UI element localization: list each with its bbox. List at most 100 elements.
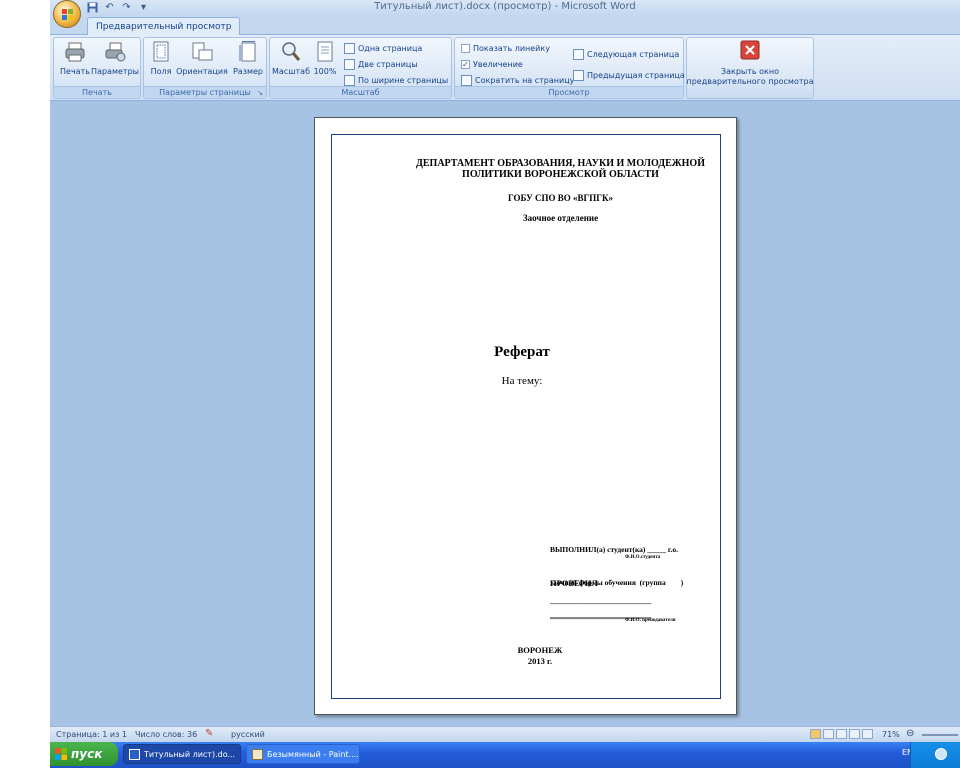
one-page-button[interactable]: Одна страница <box>344 41 422 55</box>
two-pages-button[interactable]: Две страницы <box>344 57 418 71</box>
full-screen-view-icon[interactable] <box>823 729 834 739</box>
word-app-icon <box>129 748 140 760</box>
magnifier-checkbox[interactable]: ✓ Увеличение <box>461 57 523 71</box>
topic-label: На тему: <box>501 375 543 387</box>
tray-app-icon[interactable] <box>935 748 947 760</box>
prev-page-icon <box>573 69 584 81</box>
institution-name: ГОБУ СПО ВО «ВГПГК» <box>508 193 613 203</box>
print-options-label: Параметры <box>91 67 139 76</box>
page-count[interactable]: Страница: 1 из 1 <box>56 730 127 739</box>
zoom-label: Масштаб <box>271 67 311 76</box>
windows-flag-icon <box>55 748 67 760</box>
redo-icon[interactable]: ↷ <box>120 2 133 14</box>
checked-label: ПРОВЕРИЛ <box>550 578 598 588</box>
student-caption: Ф.И.О.студента <box>625 555 661 560</box>
header-line-2: ПОЛИТИКИ ВОРОНЕЖСКОЙ ОБЛАСТИ <box>462 169 659 180</box>
year: 2013 г. <box>527 656 553 666</box>
tab-print-preview[interactable]: Предварительный просмотр <box>87 17 241 36</box>
quick-access-toolbar: ↶ ↷ ▾ <box>86 0 150 15</box>
ribbon-tab-strip: Предварительный просмотр <box>50 16 960 36</box>
close-red-x-icon <box>740 40 760 60</box>
word-window: Титульный лист).docx (просмотр) - Micros… <box>50 0 960 768</box>
show-ruler-label: Показать линейку <box>473 43 550 53</box>
next-page-button[interactable]: Следующая страница <box>573 47 679 61</box>
zoom-100-label: 100% <box>313 67 337 76</box>
undo-icon[interactable]: ↶ <box>103 2 116 14</box>
page-width-icon <box>344 74 355 86</box>
one-page-label: Одна страница <box>358 43 423 53</box>
document-page[interactable]: ДЕПАРТАМЕНТ ОБРАЗОВАНИЯ, НАУКИ И МОЛОДЕЖ… <box>314 117 737 715</box>
proofing-icon[interactable]: ✎ <box>205 728 213 739</box>
zoom-out-icon[interactable]: ⊖ <box>906 728 914 739</box>
performed-line-1: ВЫПОЛНИЛ(а) студент(ка) _____ г.о. <box>550 545 678 554</box>
start-button[interactable]: пуск <box>50 742 118 766</box>
document-title: Реферат <box>494 344 550 360</box>
page-setup-launcher-icon[interactable]: ↘ <box>257 89 263 97</box>
zoom-100-button[interactable]: 100% <box>312 40 338 84</box>
language[interactable]: русский <box>231 730 265 739</box>
zoom-slider[interactable] <box>922 734 958 736</box>
taskbar: пуск Титульный лист).do... Безымянный - … <box>50 742 960 768</box>
size-label: Размер <box>232 67 263 76</box>
group-print-label: Печать <box>54 86 140 98</box>
margins-button[interactable]: Поля <box>148 40 174 84</box>
prev-page-button[interactable]: Предыдущая страница <box>573 68 685 82</box>
magnifier-check[interactable]: ✓ <box>461 59 470 69</box>
page-width-button[interactable]: По ширине страницы <box>344 73 448 87</box>
start-label: пуск <box>71 747 103 761</box>
task-paint[interactable]: Безымянный - Paint.... <box>246 744 360 764</box>
print-label: Печать <box>60 67 90 76</box>
paint-app-icon <box>252 748 263 760</box>
task-word[interactable]: Титульный лист).do... <box>123 744 241 764</box>
customize-toolbar-icon[interactable]: ▾ <box>137 2 150 14</box>
office-button[interactable] <box>53 0 81 28</box>
group-preview-label: Просмотр <box>455 86 683 98</box>
web-layout-view-icon[interactable] <box>836 729 847 739</box>
print-settings-icon <box>105 42 126 62</box>
size-button[interactable]: Размер <box>232 40 264 84</box>
close-preview-label-line2: предварительного просмотра <box>686 77 814 86</box>
show-ruler-check[interactable] <box>461 43 470 53</box>
orientation-button[interactable]: Ориентация <box>176 40 228 84</box>
prev-page-label: Предыдущая страница <box>587 70 685 80</box>
group-page-setup: Поля Ориентация Размер Параметры страниц… <box>143 37 267 99</box>
show-ruler-checkbox[interactable]: Показать линейку <box>461 41 550 55</box>
window-title: Титульный лист).docx (просмотр) - Micros… <box>374 1 636 12</box>
group-zoom: Масштаб 100% Одна страница Две страницы … <box>269 37 452 99</box>
close-preview-label-line1: Закрыть окно <box>720 67 780 76</box>
page-size-icon <box>239 41 256 62</box>
title-bar: Титульный лист).docx (просмотр) - Micros… <box>50 0 960 16</box>
system-tray <box>910 742 960 768</box>
page-100-icon <box>317 41 333 62</box>
save-icon[interactable] <box>86 2 99 14</box>
zoom-button[interactable]: Масштаб <box>272 40 310 84</box>
next-page-icon <box>573 48 584 60</box>
header-line-1: ДЕПАРТАМЕНТ ОБРАЗОВАНИЯ, НАУКИ И МОЛОДЕЖ… <box>415 158 705 169</box>
header-block: ДЕПАРТАМЕНТ ОБРАЗОВАНИЯ, НАУКИ И МОЛОДЕЖ… <box>385 158 736 180</box>
orientation-label: Ориентация <box>176 67 228 76</box>
draft-view-icon[interactable] <box>862 729 873 739</box>
margins-label: Поля <box>150 67 172 76</box>
print-layout-view-icon[interactable] <box>810 729 821 739</box>
group-zoom-label: Масштаб <box>270 86 451 98</box>
city: ВОРОНЕЖ <box>517 645 563 655</box>
shrink-one-page-button[interactable]: Сократить на страницу <box>461 73 574 87</box>
teacher-caption: Ф.И.О. преподавателя <box>625 618 676 623</box>
margins-icon <box>153 41 169 62</box>
group-close-preview: Закрыть окно предварительного просмотра <box>686 37 814 99</box>
zoom-level[interactable]: 71% <box>882 730 900 739</box>
outline-view-icon[interactable] <box>849 729 860 739</box>
print-options-button[interactable]: Параметры <box>91 40 139 84</box>
print-button[interactable]: Печать <box>58 40 92 84</box>
office-logo-icon <box>62 9 73 20</box>
orientation-icon <box>192 42 213 61</box>
one-page-icon <box>344 42 355 54</box>
word-count[interactable]: Число слов: 36 <box>135 730 197 739</box>
group-print: Печать Параметры Печать <box>53 37 141 99</box>
teacher-line-1: ___________________________ <box>550 596 652 605</box>
close-preview-button[interactable]: Закрыть окно предварительного просмотра <box>686 40 814 96</box>
task-paint-label: Безымянный - Paint.... <box>267 749 359 759</box>
magnifier-label: Увеличение <box>473 59 523 69</box>
group-preview: Показать линейку ✓ Увеличение Сократить … <box>454 37 685 99</box>
department-name: Заочное отделение <box>522 213 599 223</box>
